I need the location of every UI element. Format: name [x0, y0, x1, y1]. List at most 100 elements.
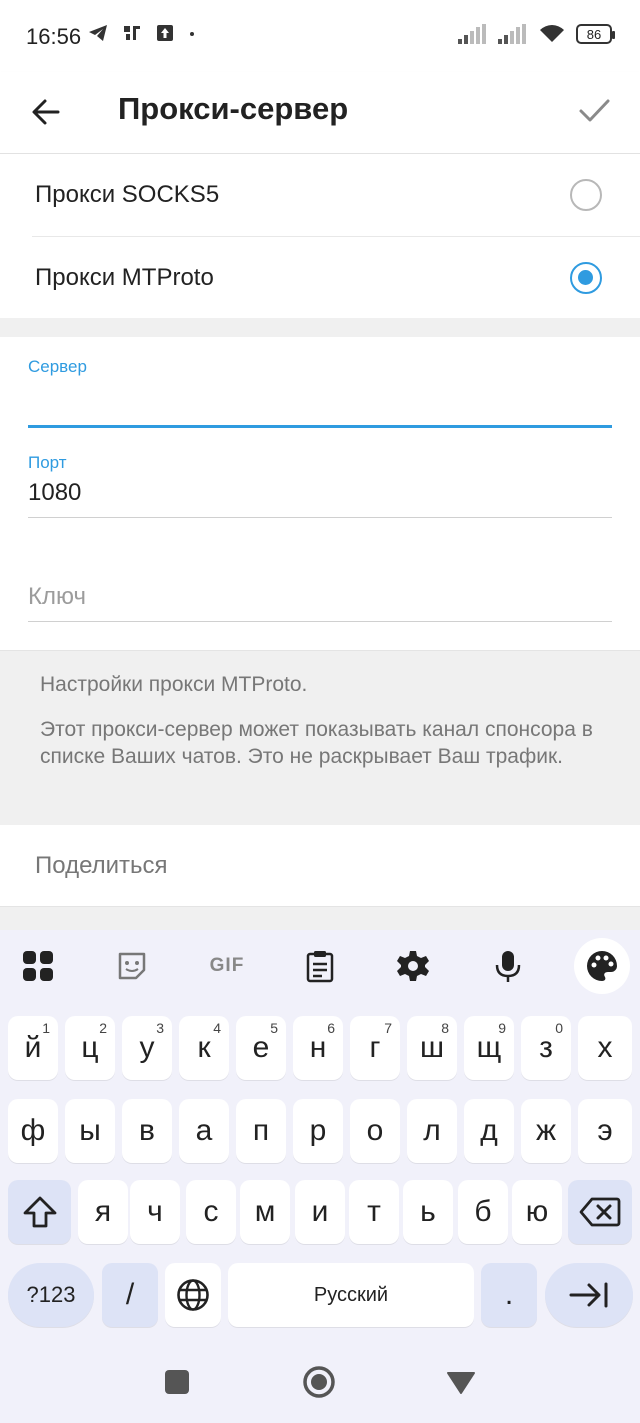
signal-icon-2	[498, 24, 526, 44]
key-o[interactable]: о	[350, 1099, 400, 1163]
system-nav-bar	[0, 1340, 640, 1423]
app-notification-icon	[124, 26, 140, 40]
key-e[interactable]: э	[578, 1099, 632, 1163]
key-1[interactable]: й1	[8, 1016, 58, 1080]
server-field-label: Сервер	[28, 357, 87, 376]
settings-icon[interactable]	[393, 946, 433, 986]
radio-checked-icon[interactable]	[570, 262, 602, 294]
share-button[interactable]: Поделиться	[0, 825, 640, 907]
backspace-key[interactable]	[568, 1180, 632, 1244]
section-divider	[0, 907, 640, 930]
symbols-key[interactable]: ?123	[8, 1263, 94, 1327]
proxy-type-label: Прокси SOCKS5	[35, 181, 220, 208]
status-bar: 16:56 86	[0, 0, 640, 72]
keyboard-row-1: й1 ц2 у3 к4 е5 н6 г7 ш8 щ9 з0 х	[0, 1016, 640, 1082]
mic-icon[interactable]	[488, 946, 528, 986]
page-title: Прокси-сервер	[118, 91, 349, 126]
key-s[interactable]: с	[186, 1180, 236, 1244]
port-field-underline	[28, 517, 612, 518]
key-10[interactable]: з0	[521, 1016, 571, 1080]
key-f[interactable]: ф	[8, 1099, 58, 1163]
proxy-fields: Сервер Порт 1080 Ключ	[0, 337, 640, 650]
key-6[interactable]: н6	[293, 1016, 343, 1080]
radio-unchecked-icon[interactable]	[570, 179, 602, 211]
signal-icon	[458, 24, 486, 44]
port-field-label: Порт	[28, 453, 67, 472]
key-y[interactable]: ы	[65, 1099, 115, 1163]
info-description: Этот прокси-сервер может показывать кана…	[40, 718, 593, 768]
keyboard-toolbar: GIF	[0, 930, 640, 1004]
key-d[interactable]: д	[464, 1099, 514, 1163]
key-m[interactable]: м	[240, 1180, 290, 1244]
recents-icon[interactable]	[164, 1369, 190, 1395]
key-8[interactable]: ш8	[407, 1016, 457, 1080]
key-soft[interactable]: ь	[403, 1180, 453, 1244]
next-key[interactable]	[545, 1263, 633, 1327]
key-9[interactable]: щ9	[464, 1016, 514, 1080]
key-i[interactable]: и	[295, 1180, 345, 1244]
dot-icon	[190, 32, 194, 36]
space-key[interactable]: Русский	[228, 1263, 474, 1327]
proxy-type-list: Прокси SOCKS5 Прокси MTProto	[0, 154, 640, 318]
server-field-underline	[28, 425, 612, 428]
proxy-info: Настройки прокси MTProto. Этот прокси-се…	[0, 650, 640, 825]
key-p[interactable]: п	[236, 1099, 286, 1163]
language-key[interactable]	[165, 1263, 221, 1327]
upload-icon	[157, 25, 173, 41]
backspace-icon	[579, 1197, 621, 1227]
key-field-underline	[28, 621, 612, 622]
key-v[interactable]: в	[122, 1099, 172, 1163]
back-arrow-icon[interactable]	[26, 92, 66, 132]
shift-icon	[23, 1196, 56, 1228]
key-zh[interactable]: ж	[521, 1099, 571, 1163]
share-label: Поделиться	[35, 852, 168, 879]
clipboard-icon[interactable]	[300, 946, 340, 986]
wifi-icon	[540, 25, 564, 42]
key-ya[interactable]: я	[78, 1180, 128, 1244]
keyboard-row-2: ф ы в а п р о л д ж э	[0, 1099, 640, 1165]
info-title: Настройки прокси MTProto.	[40, 673, 308, 696]
key-t[interactable]: т	[349, 1180, 399, 1244]
app-bar: Прокси-сервер	[0, 72, 640, 154]
telegram-icon	[89, 25, 107, 41]
key-l[interactable]: л	[407, 1099, 457, 1163]
server-input[interactable]	[28, 387, 612, 417]
period-key[interactable]: .	[481, 1263, 537, 1327]
key-ch[interactable]: ч	[130, 1180, 180, 1244]
sticker-icon[interactable]	[112, 946, 152, 986]
palette-icon[interactable]	[574, 938, 630, 994]
keyboard-row-4: ?123 / Русский .	[0, 1263, 640, 1329]
keyboard-row-3: я ч с м и т ь б ю	[0, 1180, 640, 1246]
gif-icon[interactable]: GIF	[205, 946, 249, 986]
proxy-type-mtproto[interactable]: Прокси MTProto	[32, 236, 640, 318]
tab-arrow-icon	[569, 1282, 608, 1308]
port-field[interactable]: Порт 1080	[28, 453, 612, 518]
key-7[interactable]: г7	[350, 1016, 400, 1080]
back-icon[interactable]	[446, 1371, 476, 1395]
key-a[interactable]: а	[179, 1099, 229, 1163]
key-field[interactable]: Ключ	[28, 583, 612, 622]
key-input[interactable]: Ключ	[28, 583, 612, 611]
check-icon[interactable]	[574, 90, 614, 130]
proxy-type-label: Прокси MTProto	[35, 264, 214, 291]
status-time: 16:56	[26, 24, 82, 49]
key-3[interactable]: у3	[122, 1016, 172, 1080]
gif-label: GIF	[209, 955, 245, 976]
port-input[interactable]: 1080	[28, 479, 612, 509]
shift-key[interactable]	[8, 1180, 71, 1244]
key-b[interactable]: б	[458, 1180, 508, 1244]
key-5[interactable]: е5	[236, 1016, 286, 1080]
proxy-type-socks5[interactable]: Прокси SOCKS5	[0, 154, 640, 236]
section-divider	[0, 318, 640, 337]
key-r[interactable]: р	[293, 1099, 343, 1163]
key-11[interactable]: х	[578, 1016, 632, 1080]
key-2[interactable]: ц2	[65, 1016, 115, 1080]
server-field[interactable]: Сервер	[28, 357, 612, 428]
key-4[interactable]: к4	[179, 1016, 229, 1080]
slash-key[interactable]: /	[102, 1263, 158, 1327]
home-icon[interactable]	[302, 1365, 336, 1399]
globe-icon	[177, 1279, 209, 1311]
apps-icon[interactable]	[18, 946, 58, 986]
battery-indicator: 86	[576, 24, 615, 44]
key-yu[interactable]: ю	[512, 1180, 562, 1244]
